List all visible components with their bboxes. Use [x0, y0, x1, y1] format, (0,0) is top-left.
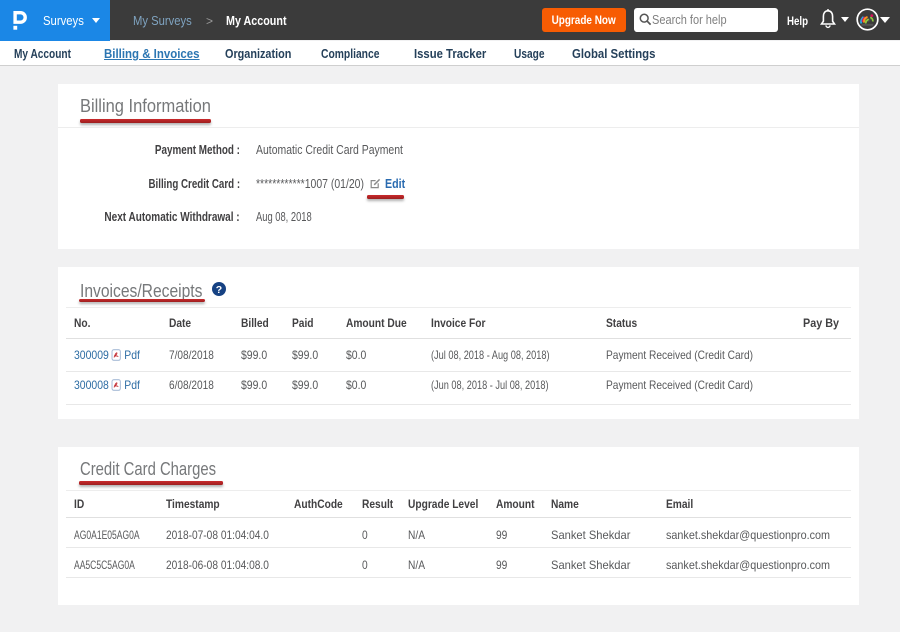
svg-text:?: ?	[216, 284, 222, 296]
